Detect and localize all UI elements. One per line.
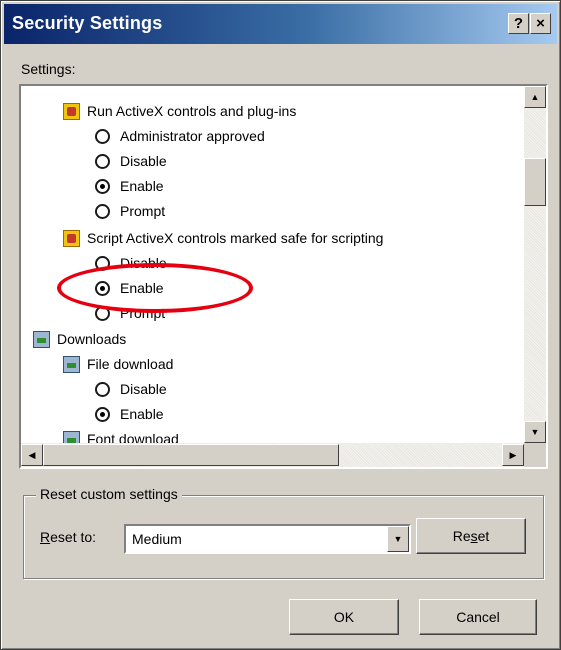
reset-level-value: Medium (132, 531, 182, 547)
shield-icon (63, 229, 80, 247)
tree-category-label: Run ActiveX controls and plug-ins (87, 103, 297, 120)
radio-button[interactable] (95, 153, 110, 169)
radio-label: Prompt (120, 305, 166, 322)
tree-category-label: Downloads (57, 331, 127, 348)
tree-subcategory[interactable]: File download (63, 351, 173, 375)
settings-tree[interactable]: Run ActiveX controls and plug-ins Admini… (19, 84, 548, 469)
group-legend: Reset custom settings (36, 486, 182, 502)
radio-button-checked[interactable] (95, 280, 110, 296)
close-icon: × (536, 15, 545, 32)
radio-button[interactable] (95, 305, 110, 321)
radio-label: Disable (120, 381, 167, 398)
cancel-button[interactable]: Cancel (419, 599, 537, 635)
horizontal-scrollbar[interactable]: ◀ ▶ (21, 443, 524, 467)
arrow-up-icon: ▲ (530, 92, 540, 102)
tree-subcategory[interactable]: Font download (63, 426, 179, 443)
vertical-scroll-thumb[interactable] (524, 158, 546, 206)
reset-level-select[interactable]: Medium ▼ (124, 524, 411, 554)
scroll-down-button[interactable]: ▼ (524, 421, 546, 443)
radio-option[interactable]: Disable (95, 148, 167, 172)
radio-option[interactable]: Prompt (95, 300, 165, 324)
shield-icon (63, 102, 80, 120)
radio-label: Disable (120, 255, 167, 272)
reset-button[interactable]: Reset (416, 518, 526, 554)
radio-button[interactable] (95, 128, 110, 144)
scroll-right-button[interactable]: ▶ (502, 444, 524, 466)
radio-option[interactable]: Disable (95, 250, 167, 274)
arrow-right-icon: ▶ (509, 450, 517, 460)
settings-tree-list: Run ActiveX controls and plug-ins Admini… (21, 86, 524, 443)
tree-category[interactable]: Downloads (33, 326, 126, 350)
help-icon: ? (513, 15, 524, 32)
reset-custom-settings-group: Reset custom settings Reset to: Medium ▼… (23, 486, 544, 579)
radio-label: Enable (120, 178, 164, 195)
radio-option[interactable]: Disable (95, 376, 167, 400)
radio-option[interactable]: Enable (95, 275, 164, 299)
arrow-down-icon: ▼ (530, 427, 540, 437)
reset-to-label: Reset to: (40, 529, 97, 545)
tree-category[interactable]: Script ActiveX controls marked safe for … (63, 225, 383, 249)
radio-option[interactable]: Enable (95, 173, 164, 197)
scrollbar-corner (524, 443, 546, 467)
chevron-down-icon: ▼ (393, 534, 403, 544)
radio-option[interactable]: Prompt (95, 198, 165, 222)
horizontal-scroll-thumb[interactable] (43, 444, 339, 466)
radio-button[interactable] (95, 381, 110, 397)
radio-option[interactable]: Administrator approved (95, 123, 265, 147)
radio-option[interactable]: Enable (95, 401, 164, 425)
security-settings-dialog: Security Settings ? × Settings: Run Acti… (0, 0, 561, 650)
radio-button-checked[interactable] (95, 406, 110, 422)
settings-label: Settings: (21, 61, 76, 77)
scroll-up-button[interactable]: ▲ (524, 86, 546, 108)
tree-subcategory-label: File download (87, 356, 174, 373)
radio-button[interactable] (95, 255, 110, 271)
tree-category-label: Script ActiveX controls marked safe for … (87, 230, 384, 247)
radio-label: Enable (120, 280, 164, 297)
download-icon (63, 430, 80, 443)
download-icon (33, 330, 50, 348)
vertical-scrollbar[interactable]: ▲ ▼ (524, 86, 546, 443)
radio-button-checked[interactable] (95, 178, 110, 194)
radio-label: Enable (120, 406, 164, 423)
radio-label: Disable (120, 153, 167, 170)
dropdown-arrow-button[interactable]: ▼ (387, 526, 409, 552)
arrow-left-icon: ◀ (28, 450, 36, 460)
scroll-left-button[interactable]: ◀ (21, 444, 43, 466)
radio-button[interactable] (95, 203, 110, 219)
ok-button[interactable]: OK (289, 599, 399, 635)
dialog-title: Security Settings (12, 13, 163, 33)
help-button[interactable]: ? (508, 13, 529, 34)
download-icon (63, 355, 80, 373)
radio-label: Administrator approved (120, 128, 265, 145)
close-button[interactable]: × (530, 13, 551, 34)
tree-category[interactable]: Run ActiveX controls and plug-ins (63, 98, 296, 122)
title-bar: Security Settings ? × (4, 4, 557, 44)
radio-label: Prompt (120, 203, 166, 220)
tree-subcategory-label: Font download (87, 431, 179, 443)
